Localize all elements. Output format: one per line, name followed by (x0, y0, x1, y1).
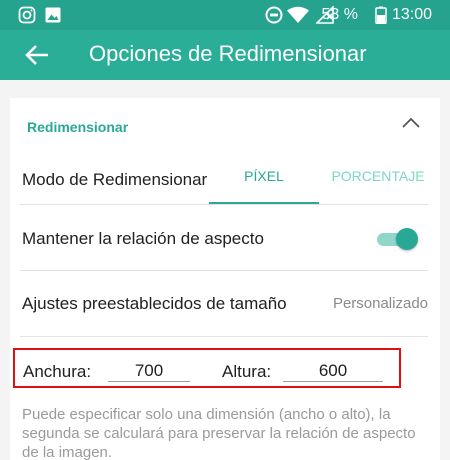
aspect-ratio-toggle[interactable] (375, 228, 419, 250)
battery-icon (375, 6, 387, 24)
section-title: Redimensionar (27, 119, 129, 135)
size-presets-label: Ajustes preestablecidos de tamaño (22, 294, 287, 313)
resize-card: Redimensionar Modo de Redimensionar PÍXE… (10, 98, 440, 460)
width-input[interactable] (108, 360, 190, 382)
divider (20, 270, 428, 271)
dimension-hint: Puede especificar solo una dimensión (an… (22, 406, 416, 460)
app-bar: Opciones de Redimensionar (0, 30, 450, 80)
page-title: Opciones de Redimensionar (89, 41, 367, 66)
chevron-up-icon[interactable] (399, 114, 423, 132)
divider (20, 204, 428, 205)
divider (20, 336, 428, 337)
back-arrow-icon[interactable] (24, 42, 50, 68)
height-input[interactable] (283, 360, 383, 382)
image-icon (45, 7, 61, 23)
instagram-icon (18, 6, 36, 24)
battery-percentage: 53 % (321, 6, 358, 23)
aspect-ratio-label: Mantener la relación de aspecto (22, 229, 264, 248)
data-saver-icon (265, 6, 283, 24)
resize-mode-label: Modo de Redimensionar (22, 170, 208, 189)
clock: 13:00 (391, 6, 432, 23)
height-label: Altura: (222, 362, 272, 381)
wifi-icon (287, 6, 309, 23)
tab-pixel[interactable]: PÍXEL (209, 168, 319, 184)
toggle-thumb (396, 228, 418, 250)
size-presets-value[interactable]: Personalizado (333, 295, 428, 312)
width-label: Anchura: (23, 362, 92, 381)
status-bar: 53 % 13:00 (0, 0, 450, 30)
tab-percentage[interactable]: PORCENTAJE (323, 168, 433, 184)
